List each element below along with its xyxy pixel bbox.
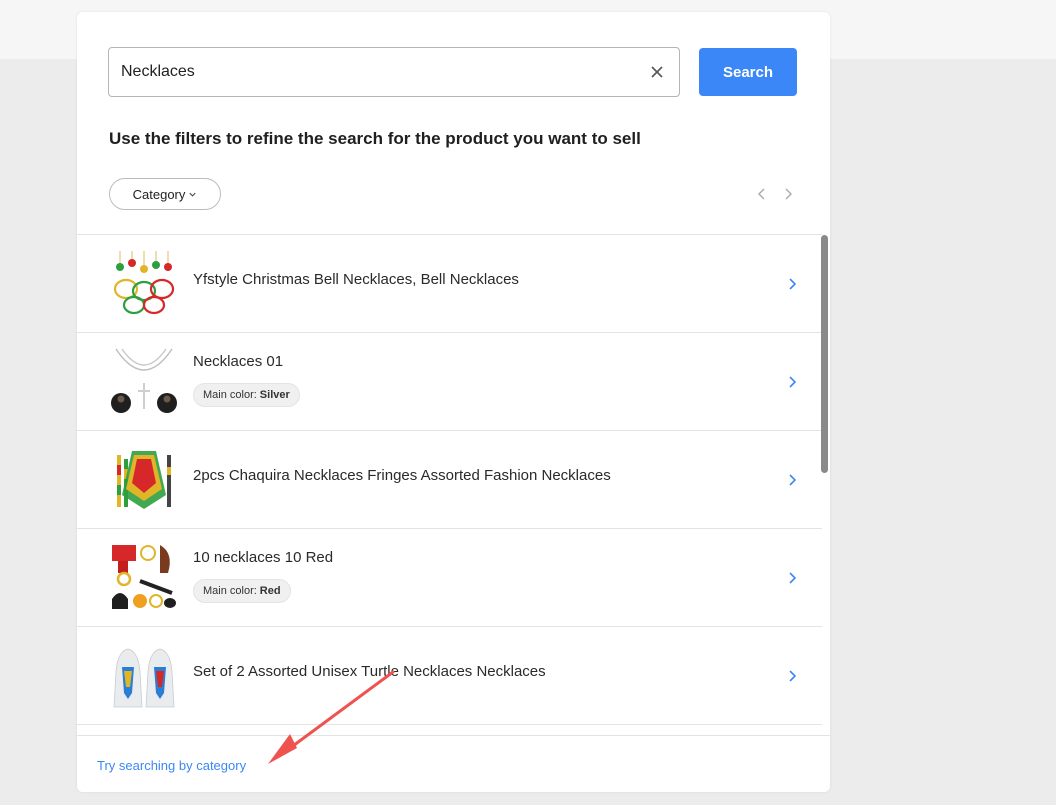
category-filter-button[interactable]: Category bbox=[109, 178, 221, 210]
product-search-panel: Search Use the filters to refine the sea… bbox=[77, 12, 830, 792]
product-thumbnail bbox=[113, 648, 175, 708]
chevron-right-icon bbox=[789, 572, 797, 584]
product-row[interactable]: Set of 2 Assorted Unisex Turtle Necklace… bbox=[77, 627, 822, 725]
chevron-down-icon bbox=[189, 192, 196, 197]
product-thumbnail bbox=[111, 348, 177, 413]
product-list: Yfstyle Christmas Bell Necklaces, Bell N… bbox=[77, 234, 822, 734]
product-row[interactable]: Necklaces 01 Main color: Silver bbox=[77, 333, 822, 431]
product-title: 10 necklaces 10 Red bbox=[193, 549, 334, 566]
product-title: Yfstyle Christmas Bell Necklaces, Bell N… bbox=[193, 271, 519, 288]
search-by-category-link[interactable]: Try searching by category bbox=[97, 758, 246, 773]
product-thumbnail bbox=[112, 545, 176, 609]
list-scrollbar-thumb[interactable] bbox=[821, 235, 828, 473]
panel-footer: Try searching by category bbox=[77, 735, 830, 792]
chevron-right-icon bbox=[789, 474, 797, 486]
product-title: 2pcs Chaquira Necklaces Fringes Assorted… bbox=[193, 467, 611, 484]
badge-label: Main color: bbox=[203, 585, 257, 597]
filter-instructions: Use the filters to refine the search for… bbox=[109, 129, 641, 148]
product-row[interactable]: Yfstyle Christmas Bell Necklaces, Bell N… bbox=[77, 235, 822, 333]
filter-pager bbox=[755, 186, 799, 202]
product-thumbnail bbox=[117, 451, 171, 509]
chevron-right-icon[interactable] bbox=[781, 186, 795, 202]
chevron-right-icon bbox=[789, 278, 797, 290]
main-color-badge: Main color: Red bbox=[193, 579, 291, 603]
clear-search-icon[interactable] bbox=[649, 64, 665, 80]
product-row[interactable]: 2pcs Chaquira Necklaces Fringes Assorted… bbox=[77, 431, 822, 529]
product-title: Necklaces 01 bbox=[193, 353, 284, 370]
chevron-left-icon[interactable] bbox=[755, 186, 769, 202]
chevron-right-icon bbox=[789, 376, 797, 388]
product-thumbnail bbox=[113, 251, 175, 315]
search-button[interactable]: Search bbox=[699, 48, 797, 96]
product-row[interactable]: 10 necklaces 10 Red Main color: Red bbox=[77, 529, 822, 627]
badge-label: Main color: bbox=[203, 389, 257, 401]
main-color-badge: Main color: Silver bbox=[193, 383, 300, 407]
badge-value: Silver bbox=[259, 389, 290, 401]
search-input[interactable] bbox=[121, 48, 641, 96]
chevron-right-icon bbox=[789, 670, 797, 682]
product-title: Set of 2 Assorted Unisex Turtle Necklace… bbox=[193, 663, 546, 680]
badge-value: Red bbox=[259, 585, 281, 597]
search-box bbox=[108, 47, 680, 97]
category-filter-label: Category bbox=[132, 186, 186, 202]
